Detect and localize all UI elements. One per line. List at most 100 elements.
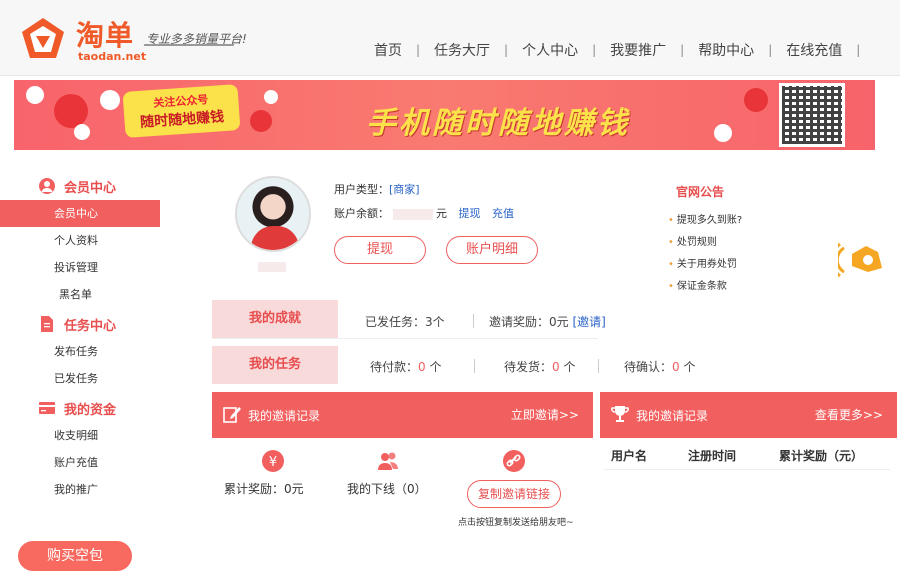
- notice-item[interactable]: 提现多久到账?: [668, 211, 742, 226]
- sidebar-item-profile[interactable]: 个人资料: [0, 227, 160, 254]
- sidebar-group-task: 任务中心: [0, 310, 160, 338]
- masked-username: [258, 262, 286, 272]
- balance-label: 账户余额：: [334, 207, 389, 220]
- top-header: 淘单 taodan.net 专业多多销量平台! 首页 | 任务大厅 | 个人中心…: [0, 0, 900, 76]
- nav-personal-center[interactable]: 个人中心: [508, 40, 592, 60]
- sidebar-group-member: 会员中心: [0, 172, 160, 200]
- edit-icon: [223, 407, 241, 423]
- masked-balance: [392, 208, 433, 220]
- view-more-link[interactable]: 查看更多>>: [815, 406, 883, 423]
- slogan-underline: [143, 44, 235, 46]
- yuan-coin-icon: ¥: [262, 450, 284, 472]
- nav-help[interactable]: 帮助中心: [684, 40, 768, 60]
- column-header-register-time: 注册时间: [688, 449, 737, 463]
- withdraw-link[interactable]: 提现: [459, 207, 481, 220]
- withdraw-button[interactable]: 提现: [334, 236, 426, 264]
- balance-row: 账户余额： 元 提现 充值: [334, 205, 514, 221]
- logo-text: 淘单: [76, 19, 135, 52]
- invite-panel-title: 我的邀请记录: [248, 409, 321, 423]
- invite-now-link[interactable]: 立即邀请>>: [511, 406, 579, 423]
- sidebar-item-blacklist[interactable]: 黑名单: [0, 281, 160, 308]
- decor-ball: [714, 124, 732, 142]
- pending-shipment-value: 0: [552, 360, 560, 374]
- nav-recharge[interactable]: 在线充值: [772, 40, 856, 60]
- pending-confirm-value: 0: [672, 360, 680, 374]
- nav-home[interactable]: 首页: [360, 40, 416, 60]
- sidebar-item-published-tasks[interactable]: 已发任务: [0, 365, 160, 392]
- decor-ball: [26, 86, 44, 104]
- nav-separator: |: [856, 43, 861, 57]
- logo-domain: taodan.net: [78, 50, 147, 63]
- sidebar-group-title: 会员中心: [64, 180, 117, 196]
- decor-ball: [54, 94, 88, 128]
- total-reward-text: 累计奖励：0元: [224, 482, 304, 496]
- sidebar-item-statement[interactable]: 收支明细: [0, 422, 160, 449]
- user-type-value: [商家]: [389, 183, 420, 196]
- decor-ball: [100, 90, 120, 110]
- pending-payment-label: 待付款：: [370, 360, 419, 374]
- sidebar-item-member-center[interactable]: 会员中心: [0, 200, 160, 227]
- pending-confirm-unit: 个: [679, 360, 696, 374]
- pending-shipment-unit: 个: [559, 360, 576, 374]
- column-header-total-reward: 累计奖励（元）: [779, 449, 864, 463]
- sidebar: 会员中心 会员中心 个人资料 投诉管理 黑名单 任务中心 发布任务 已发任务 我…: [0, 170, 160, 503]
- user-type-label: 用户类型：: [334, 183, 389, 196]
- speaker-icon: [838, 242, 882, 278]
- account-detail-button[interactable]: 账户明细: [446, 236, 538, 264]
- notice-item[interactable]: 关于用券处罚: [668, 255, 737, 270]
- invite-link[interactable]: [邀请]: [572, 315, 605, 329]
- banner-pill: 关注公众号 随时随地赚钱: [122, 84, 241, 138]
- banner-headline: 手机随时随地赚钱: [366, 106, 630, 141]
- document-icon: [41, 316, 53, 332]
- stat-separator: [473, 314, 474, 328]
- balance-unit: 元: [436, 207, 447, 220]
- logo-icon: [22, 18, 64, 58]
- users-icon: [378, 452, 398, 470]
- notice-item[interactable]: 处罚规则: [668, 233, 717, 248]
- sidebar-item-account-recharge[interactable]: 账户充值: [0, 449, 160, 476]
- column-header-username: 用户名: [611, 449, 648, 463]
- pending-shipment-label: 待发货：: [504, 360, 553, 374]
- user-icon: [39, 178, 55, 194]
- invite-panel-header: 我的邀请记录 立即邀请>>: [212, 392, 593, 438]
- record-panel-header: 我的邀请记录 查看更多>>: [600, 392, 897, 438]
- copy-invite-link-button[interactable]: 复制邀请链接: [467, 480, 561, 508]
- sidebar-item-complaints[interactable]: 投诉管理: [0, 254, 160, 281]
- table-divider: [604, 469, 890, 470]
- sidebar-group-title: 我的资金: [64, 402, 117, 418]
- invite-reward-stat: 邀请奖励：0元 [邀请]: [489, 313, 606, 330]
- sidebar-item-my-promotion[interactable]: 我的推广: [0, 476, 160, 503]
- record-panel-title: 我的邀请记录: [636, 409, 709, 423]
- notice-title: 官网公告: [676, 185, 725, 199]
- notice-item[interactable]: 保证金条款: [668, 277, 727, 292]
- tasks-label: 我的任务: [212, 346, 338, 384]
- decor-ball: [74, 124, 90, 140]
- decor-ball: [264, 90, 278, 104]
- recharge-link[interactable]: 充值: [492, 207, 514, 220]
- achievement-label: 我的成就: [212, 300, 338, 338]
- user-type-row: 用户类型：[商家]: [334, 181, 420, 197]
- sidebar-item-publish-task[interactable]: 发布任务: [0, 338, 160, 365]
- main-nav: 首页 | 任务大厅 | 个人中心 | 我要推广 | 帮助中心 | 在线充值 |: [360, 40, 860, 60]
- nav-task-hall[interactable]: 任务大厅: [420, 40, 504, 60]
- stat-separator: [598, 359, 599, 373]
- pending-payment-stat: 待付款：0 个: [370, 358, 441, 375]
- svg-text:¥: ¥: [269, 455, 277, 470]
- trophy-icon: [611, 406, 629, 422]
- avatar-body: [251, 226, 299, 250]
- nav-promote[interactable]: 我要推广: [596, 40, 680, 60]
- qr-pattern: [782, 86, 842, 144]
- avatar: [235, 176, 311, 252]
- pending-confirm-stat: 待确认：0 个: [624, 358, 695, 375]
- qr-code: [779, 83, 845, 147]
- decor-ball: [250, 110, 272, 132]
- pending-payment-value: 0: [418, 360, 426, 374]
- pending-confirm-label: 待确认：: [624, 360, 673, 374]
- sidebar-group-funds: 我的资金: [0, 394, 160, 422]
- wallet-icon: [39, 402, 55, 414]
- promo-banner[interactable]: 关注公众号 随时随地赚钱 手机随时随地赚钱: [14, 80, 875, 150]
- invite-reward-text: 邀请奖励：0元: [489, 315, 569, 329]
- downline-text[interactable]: 我的下线（0）: [347, 480, 427, 497]
- link-icon: [503, 450, 525, 472]
- buy-empty-package-button[interactable]: 购买空包: [18, 541, 132, 571]
